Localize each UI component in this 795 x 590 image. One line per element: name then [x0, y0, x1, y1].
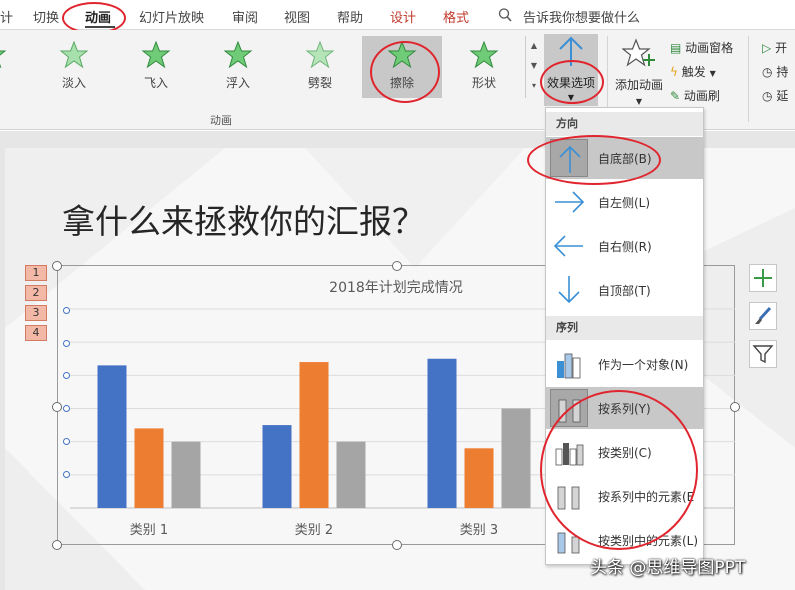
axis-handle[interactable] [63, 405, 70, 412]
chart-bar[interactable] [171, 441, 201, 508]
arrow-down-icon [550, 271, 588, 309]
resize-handle[interactable] [52, 402, 62, 412]
axis-handle[interactable] [63, 372, 70, 379]
menu-item-label: 作为一个对象(N) [598, 358, 689, 372]
annotation-circle [527, 135, 661, 185]
plus-icon [754, 269, 772, 287]
menu-item-label: 自顶部(T) [598, 284, 651, 298]
axis-handle[interactable] [63, 340, 70, 347]
resize-handle[interactable] [392, 261, 402, 271]
chart-bar[interactable] [427, 358, 457, 508]
resize-handle[interactable] [52, 540, 62, 550]
chart-bar[interactable] [501, 408, 531, 509]
arrow-left-icon [550, 227, 588, 265]
axis-handle[interactable] [63, 438, 70, 445]
chart-bar[interactable] [336, 441, 366, 508]
x-tick-label: 类别 2 [295, 523, 333, 538]
axis-handle[interactable] [63, 471, 70, 478]
resize-handle[interactable] [52, 261, 62, 271]
sequence-header: 序列 [546, 316, 703, 340]
axis-handle[interactable] [63, 307, 70, 314]
watermark: 头条 @思维导图PPT [590, 558, 746, 578]
menu-item-from-top[interactable]: 自顶部(T) [546, 269, 703, 311]
menu-item-label: 自左侧(L) [598, 196, 651, 210]
chart-bar[interactable] [134, 428, 164, 508]
direction-header: 方向 [546, 112, 703, 136]
chart-elements-button[interactable] [749, 264, 777, 292]
brush-icon [755, 306, 772, 324]
menu-item-from-right[interactable]: 自右侧(R) [546, 225, 703, 267]
resize-handle[interactable] [392, 540, 402, 550]
chart-styles-button[interactable] [749, 302, 777, 330]
x-tick-label: 类别 1 [130, 523, 168, 538]
annotation-circle [540, 390, 698, 550]
arrow-right-icon [550, 183, 588, 221]
filter-icon [752, 345, 774, 364]
menu-item-from-left[interactable]: 自左侧(L) [546, 181, 703, 223]
menu-item-as-one-object[interactable]: 作为一个对象(N) [546, 343, 703, 385]
chart-title: 2018年计划完成情况 [329, 280, 463, 296]
resize-handle[interactable] [730, 402, 740, 412]
x-tick-label: 类别 3 [460, 523, 498, 538]
chart-bar[interactable] [464, 448, 494, 508]
menu-item-label: 自右侧(R) [598, 240, 652, 254]
bars-one-object-icon [550, 345, 588, 383]
chart-filters-button[interactable] [749, 340, 777, 368]
chart-bar[interactable] [97, 365, 127, 508]
chart-bar[interactable] [262, 425, 292, 508]
chart-bar[interactable] [299, 362, 329, 508]
